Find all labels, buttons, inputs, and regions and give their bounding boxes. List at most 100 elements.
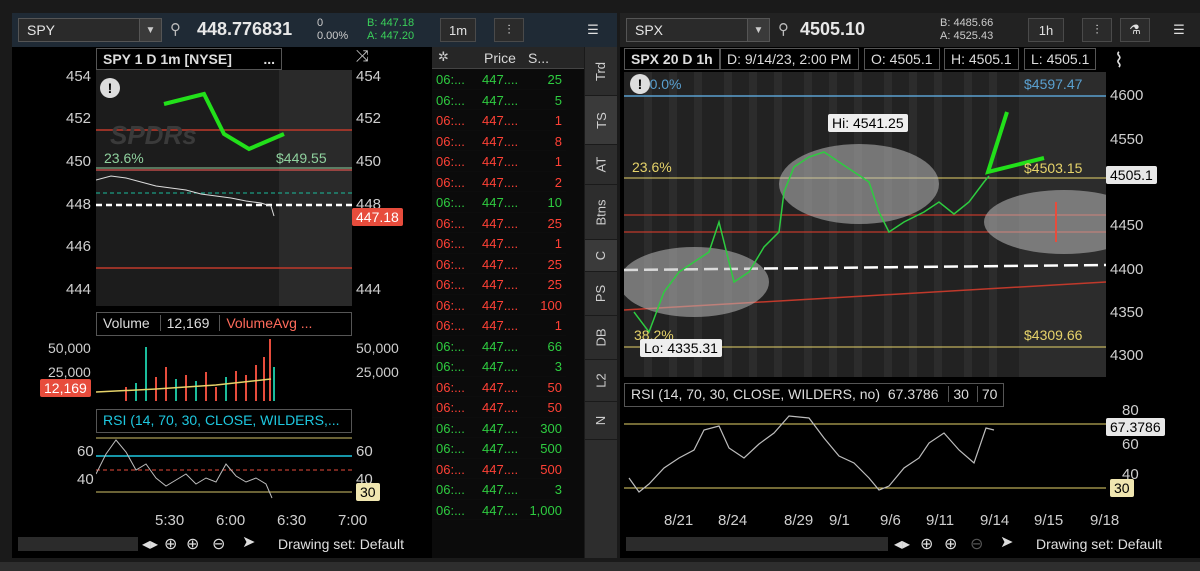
study-icon[interactable]: ⌇ xyxy=(1114,48,1124,73)
time-tick: 6:00 xyxy=(216,512,246,529)
timeframe-button[interactable]: 1m xyxy=(440,18,476,42)
volume-axis-tick: 25,000 xyxy=(48,364,91,380)
row-time: 06:... xyxy=(436,92,465,108)
spy-symbol-selector[interactable]: SPY ▼ xyxy=(18,18,162,42)
time-sales-row[interactable]: 06:... 447.... 2 xyxy=(432,172,566,192)
time-sales-row[interactable]: 06:... 447.... 500 xyxy=(432,438,566,459)
row-price: 447.... xyxy=(482,338,519,354)
time-sales-row[interactable]: 06:... 447.... 5 xyxy=(432,90,566,110)
chart-menu-dots[interactable]: ... xyxy=(263,51,275,67)
menu-list-icon[interactable]: ☰ xyxy=(1164,18,1194,42)
tab-ts[interactable]: TS xyxy=(585,96,617,145)
candle-style-icon[interactable]: ⫶ xyxy=(1082,18,1112,42)
time-sales-row[interactable]: 06:... 447.... 50 xyxy=(432,377,566,397)
time-tick: 6:30 xyxy=(277,512,307,529)
bottom-panel-strip xyxy=(0,562,1200,571)
time-sales-row[interactable]: 06:... 447.... 25 xyxy=(432,213,566,233)
time-sales-row[interactable]: 06:... 447.... 300 xyxy=(432,418,566,438)
spy-scrollbar[interactable] xyxy=(18,537,138,551)
tab-n[interactable]: N xyxy=(585,402,617,440)
menu-list-icon[interactable]: ☰ xyxy=(578,18,608,42)
row-size: 25 xyxy=(547,215,562,231)
rsi-chart xyxy=(96,437,352,499)
symbol-text: SPX xyxy=(635,22,664,38)
time-sales-row[interactable]: 06:... 447.... 8 xyxy=(432,131,566,151)
fib-top-price: $4597.47 xyxy=(1024,76,1083,92)
row-time: 06:... xyxy=(436,318,465,333)
row-price: 447.... xyxy=(482,154,519,169)
tab-l2[interactable]: L2 xyxy=(585,360,617,402)
tab-trd[interactable]: Trd xyxy=(585,47,617,96)
candle-style-icon[interactable]: ⫶ xyxy=(494,18,524,42)
row-size: 1,000 xyxy=(529,502,562,518)
spx-rsi-chart xyxy=(624,415,1106,493)
zoom-in-icon[interactable]: ⊕ xyxy=(944,534,957,554)
spy-price-chart xyxy=(96,70,352,306)
row-price: 447.... xyxy=(482,502,519,518)
tab-db[interactable]: DB xyxy=(585,316,617,360)
fib-236-label: 23.6% xyxy=(632,159,672,175)
link-icon[interactable]: ⚲ xyxy=(170,20,181,38)
spx-bid-ask-box: B: 4485.66 A: 4525.43 xyxy=(940,17,993,43)
time-sales-row[interactable]: 06:... 447.... 1 xyxy=(432,233,566,254)
fib-price-label: $449.55 xyxy=(276,150,327,166)
rsi-level-tag: 30 xyxy=(1110,479,1134,497)
pan-icon[interactable]: ◂▸ xyxy=(894,534,910,554)
time-sales-row[interactable]: 06:... 447.... 25 xyxy=(432,274,566,295)
zoom-out-icon[interactable]: ⊖ xyxy=(212,534,225,554)
link-icon[interactable]: ⚲ xyxy=(778,20,789,38)
zoom-out-icon[interactable]: ⊖ xyxy=(970,534,983,554)
row-price: 447.... xyxy=(482,359,519,374)
row-size: 1 xyxy=(554,113,562,128)
date-tick: 9/18 xyxy=(1090,512,1120,529)
tab-at[interactable]: AT xyxy=(585,145,617,185)
row-time: 06:... xyxy=(436,297,465,313)
time-sales-row[interactable]: 06:... 447.... 1,000 xyxy=(432,500,566,520)
tab-c[interactable]: C xyxy=(585,240,617,272)
spx-symbol-selector[interactable]: SPX ▼ xyxy=(626,18,770,42)
time-sales-row[interactable]: 06:... 447.... 66 xyxy=(432,336,566,356)
column-size[interactable]: S... xyxy=(528,50,549,66)
time-sales-row[interactable]: 06:... 447.... 25 xyxy=(432,69,566,90)
time-sales-row[interactable]: 06:... 447.... 3 xyxy=(432,479,566,500)
alert-icon[interactable]: ! xyxy=(100,78,120,98)
chevron-down-icon[interactable]: ▼ xyxy=(747,19,769,41)
time-sales-row[interactable]: 06:... 447.... 25 xyxy=(432,254,566,274)
spx-low: L: 4505.1 xyxy=(1024,48,1097,70)
time-sales-row[interactable]: 06:... 447.... 500 xyxy=(432,459,566,479)
spx-rsi-header: RSI (14, 70, 30, CLOSE, WILDERS, no) 67.… xyxy=(624,383,1004,407)
timeframe-button[interactable]: 1h xyxy=(1028,18,1064,42)
drawing-set-selector[interactable]: Drawing set: Default xyxy=(1036,536,1162,552)
row-price: 447.... xyxy=(482,236,519,251)
time-sales-row[interactable]: 06:... 447.... 50 xyxy=(432,397,566,418)
crosshair-icon[interactable]: ⊕ xyxy=(920,534,933,554)
pan-icon[interactable]: ◂▸ xyxy=(142,534,158,554)
chevron-down-icon[interactable]: ▼ xyxy=(139,19,161,41)
style-icon[interactable]: ⤨ xyxy=(356,48,369,66)
row-price: 447.... xyxy=(482,482,519,497)
time-sales-row[interactable]: 06:... 447.... 3 xyxy=(432,356,566,377)
time-sales-row[interactable]: 06:... 447.... 1 xyxy=(432,151,566,172)
flask-icon[interactable]: ⚗ xyxy=(1120,18,1150,42)
zoom-in-icon[interactable]: ⊕ xyxy=(186,534,199,554)
drawing-set-selector[interactable]: Drawing set: Default xyxy=(278,536,404,552)
rsi-30: 30 xyxy=(948,386,969,402)
time-sales-row[interactable]: 06:... 447.... 1 xyxy=(432,110,566,131)
time-sales-row[interactable]: 06:... 447.... 1 xyxy=(432,315,566,336)
time-sales-row[interactable]: 06:... 447.... 10 xyxy=(432,192,566,213)
row-time: 06:... xyxy=(436,256,465,272)
cursor-icon[interactable]: ➤ xyxy=(242,532,255,552)
column-price[interactable]: Price xyxy=(484,50,516,66)
settings-gear-icon[interactable]: ✲ xyxy=(438,49,449,65)
change-box: 0 0.00% xyxy=(317,17,348,43)
time-sales-row[interactable]: 06:... 447.... 100 xyxy=(432,295,566,315)
tab-btns[interactable]: Btns xyxy=(585,185,617,240)
tab-ps[interactable]: PS xyxy=(585,272,617,316)
crosshair-icon[interactable]: ⊕ xyxy=(164,534,177,554)
alert-icon[interactable]: ! xyxy=(630,74,650,94)
row-size: 500 xyxy=(540,441,562,456)
cursor-icon[interactable]: ➤ xyxy=(1000,532,1013,552)
spx-scrollbar[interactable] xyxy=(626,537,888,551)
axis-tick: 4550 xyxy=(1110,131,1144,148)
row-time: 06:... xyxy=(436,72,465,87)
